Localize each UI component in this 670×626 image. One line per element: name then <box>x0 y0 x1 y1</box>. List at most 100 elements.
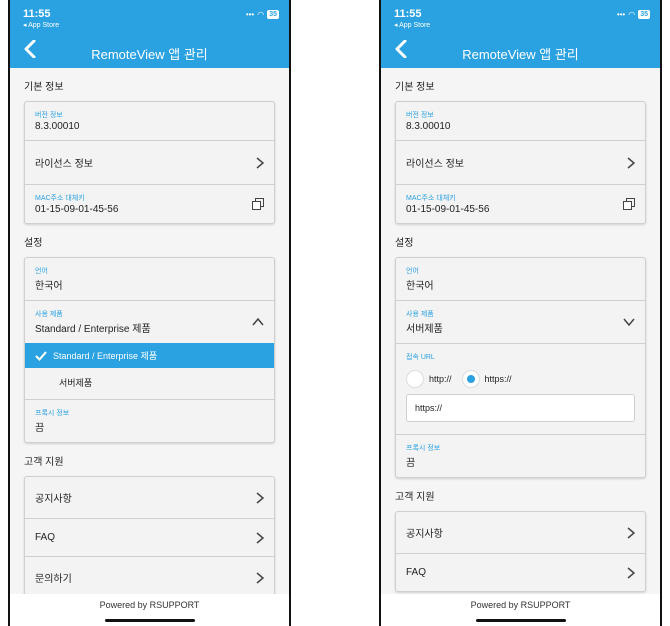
status-time: 11:55 <box>394 8 422 20</box>
back-to-app-store[interactable]: ◂ App Store <box>394 21 430 29</box>
mac-row: MAC주소 대체키 01-15-09-01-45-56 <box>396 185 645 223</box>
proxy-row[interactable]: 프록시 정보 끔 <box>25 399 274 442</box>
language-row[interactable]: 언어 한국어 <box>25 258 274 301</box>
mac-row: MAC주소 대체키 01-15-09-01-45-56 <box>25 185 274 223</box>
product-options: Standard / Enterprise 제품 서버제품 <box>25 343 274 399</box>
product-row[interactable]: 사용 제품 서버제품 <box>396 301 645 344</box>
section-basic-info: 기본 정보 <box>395 82 435 93</box>
protocol-radio-group: http:// https:// <box>406 370 635 388</box>
mac-value: 01-15-09-01-45-56 <box>35 204 119 215</box>
mac-value: 01-15-09-01-45-56 <box>406 204 490 215</box>
radio-https[interactable] <box>461 370 480 388</box>
chevron-up-icon <box>252 318 264 326</box>
proxy-row[interactable]: 프록시 정보 끔 <box>396 435 645 477</box>
status-icons: ••• ◠ 35 <box>246 10 279 19</box>
chevron-right-icon <box>256 491 264 504</box>
version-label: 버전 정보 <box>406 112 434 119</box>
faq-row[interactable]: FAQ <box>396 554 645 591</box>
url-row: 접속 URL http:// https:// https:// <box>396 344 645 435</box>
notice-label: 공지사항 <box>406 529 443 540</box>
battery-icon: 35 <box>267 10 279 19</box>
product-row[interactable]: 사용 제품 Standard / Enterprise 제품 <box>25 301 274 343</box>
mac-label: MAC주소 대체키 <box>406 195 456 202</box>
footer: Powered by RSUPPORT <box>381 594 660 626</box>
version-row: 버전 정보 8.3.00010 <box>396 102 645 141</box>
contact-row[interactable]: 문의하기 <box>25 557 274 598</box>
wifi-icon: ◠ <box>257 10 265 19</box>
phone-screen-right: 11:55 ◂ App Store ••• ◠ 35 RemoteView 앱 … <box>379 0 662 626</box>
proxy-value: 끔 <box>35 423 45 434</box>
section-settings: 설정 <box>24 238 43 249</box>
chevron-right-icon <box>627 156 635 169</box>
chevron-right-icon <box>256 531 264 544</box>
chevron-right-icon <box>256 156 264 169</box>
product-value: Standard / Enterprise 제품 <box>35 324 151 335</box>
notice-row[interactable]: 공지사항 <box>25 477 274 519</box>
language-value: 한국어 <box>35 281 63 292</box>
license-row[interactable]: 라이선스 정보 <box>25 141 274 185</box>
product-option-selected[interactable]: Standard / Enterprise 제품 <box>25 343 274 368</box>
version-row: 버전 정보 8.3.00010 <box>25 102 274 141</box>
https-label: https:// <box>484 374 512 384</box>
chevron-right-icon <box>627 526 635 539</box>
section-basic-info: 기본 정보 <box>24 82 64 93</box>
language-row[interactable]: 언어 한국어 <box>396 258 645 301</box>
signal-icon: ••• <box>616 10 626 19</box>
license-row[interactable]: 라이선스 정보 <box>396 141 645 185</box>
app-header: 11:55 ◂ App Store ••• ◠ 35 RemoteView 앱 … <box>381 0 660 68</box>
mac-label: MAC주소 대체키 <box>35 195 85 202</box>
phone-screen-left: 11:55 ◂ App Store ••• ◠ 35 RemoteView 앱 … <box>8 0 291 626</box>
https-option[interactable]: https:// <box>461 370 512 388</box>
product-option[interactable]: 서버제품 <box>35 368 264 399</box>
basic-info-card: 버전 정보 8.3.00010 라이선스 정보 MAC주소 대체키 01-15-… <box>24 101 275 224</box>
wifi-icon: ◠ <box>628 10 636 19</box>
copy-icon[interactable] <box>623 198 635 210</box>
notice-label: 공지사항 <box>35 494 72 505</box>
checkmark-icon <box>35 350 47 361</box>
copy-icon[interactable] <box>252 198 264 210</box>
section-support: 고객 지원 <box>24 457 64 468</box>
radio-http[interactable] <box>406 370 424 388</box>
language-label: 언어 <box>406 268 419 275</box>
powered-by: Powered by RSUPPORT <box>470 600 571 610</box>
page-title: RemoteView 앱 관리 <box>91 47 208 62</box>
chevron-down-icon <box>623 318 635 326</box>
license-label: 라이선스 정보 <box>406 159 464 170</box>
app-header: 11:55 ◂ App Store ••• ◠ 35 RemoteView 앱 … <box>10 0 289 68</box>
option-label: Standard / Enterprise 제품 <box>53 351 158 361</box>
language-value: 한국어 <box>406 281 434 292</box>
proxy-label: 프록시 정보 <box>35 410 70 417</box>
section-support: 고객 지원 <box>395 492 435 503</box>
home-indicator <box>104 619 195 622</box>
page-title: RemoteView 앱 관리 <box>462 47 579 62</box>
settings-card: 언어 한국어 사용 제품 Standard / Enterprise 제품 St… <box>24 257 275 443</box>
section-settings: 설정 <box>395 238 414 249</box>
version-value: 8.3.00010 <box>35 121 80 132</box>
home-indicator <box>475 619 566 622</box>
support-card: 공지사항 FAQ <box>395 511 646 592</box>
notice-row[interactable]: 공지사항 <box>396 512 645 554</box>
signal-icon: ••• <box>245 10 255 19</box>
battery-icon: 35 <box>638 10 650 19</box>
support-card: 공지사항 FAQ 문의하기 <box>24 476 275 599</box>
proxy-label: 프록시 정보 <box>406 445 441 452</box>
language-label: 언어 <box>35 268 48 275</box>
url-input[interactable]: https:// <box>406 394 635 422</box>
back-to-app-store[interactable]: ◂ App Store <box>23 21 59 29</box>
http-label: http:// <box>429 374 452 384</box>
status-time: 11:55 <box>23 8 51 20</box>
product-label: 사용 제품 <box>406 311 434 318</box>
footer: Powered by RSUPPORT <box>10 594 289 626</box>
product-label: 사용 제품 <box>35 311 63 318</box>
version-value: 8.3.00010 <box>406 121 451 132</box>
status-icons: ••• ◠ 35 <box>617 10 650 19</box>
faq-label: FAQ <box>406 567 427 578</box>
version-label: 버전 정보 <box>35 112 63 119</box>
license-label: 라이선스 정보 <box>35 159 93 170</box>
faq-row[interactable]: FAQ <box>25 519 274 557</box>
powered-by: Powered by RSUPPORT <box>99 600 200 610</box>
chevron-right-icon <box>256 571 264 584</box>
proxy-value: 끔 <box>406 458 416 469</box>
url-label: 접속 URL <box>406 354 435 361</box>
http-option[interactable]: http:// <box>406 370 452 388</box>
